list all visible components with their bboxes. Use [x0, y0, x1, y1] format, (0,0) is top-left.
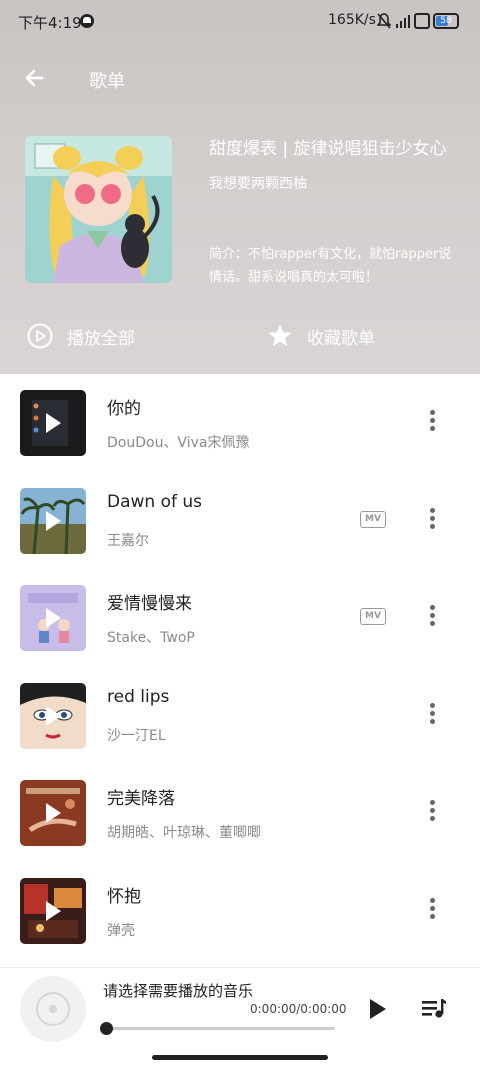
song-title: red lips	[107, 686, 170, 707]
song-artist: 胡期皓、叶琼琳、董唧唧	[107, 825, 261, 842]
song-list: 你的 DouDou、Viva宋佩豫 Dawn of us 王嘉尔 MV 爱情慢慢…	[0, 374, 480, 960]
playlist-title: 甜度爆表 | 旋律说唱狙击少女心	[209, 139, 447, 159]
arrow-left-icon[interactable]	[20, 62, 52, 94]
mv-icon[interactable]: MV	[360, 608, 386, 626]
play-all-button[interactable]: 播放全部	[27, 321, 135, 351]
more-options-icon[interactable]	[424, 507, 440, 532]
playlist-queue-icon[interactable]	[420, 996, 448, 1020]
notification-icon	[80, 14, 94, 28]
song-artist: Stake、TwoP	[107, 630, 195, 647]
mini-player: 请选择需要播放的音乐 0:00:00/0:00:00	[0, 967, 480, 1067]
song-cover[interactable]	[20, 585, 86, 652]
song-title: Dawn of us	[107, 491, 203, 512]
song-artist: DouDou、Viva宋佩豫	[107, 435, 250, 451]
more-options-icon[interactable]	[424, 410, 440, 434]
more-options-icon[interactable]	[424, 702, 440, 727]
song-artist: 沙一汀EL	[107, 727, 166, 744]
playlist-author[interactable]: 我想要两颗西柚	[209, 173, 307, 193]
song-cover[interactable]	[20, 487, 86, 554]
song-row[interactable]: 怀抱 弹壳	[0, 862, 480, 960]
song-title: 你的	[107, 399, 141, 419]
favorite-label: 收藏歌单	[307, 328, 375, 349]
play-all-label: 播放全部	[67, 328, 135, 349]
play-icon	[46, 705, 61, 726]
cover-art	[25, 136, 172, 283]
play-icon	[46, 510, 61, 531]
song-row[interactable]: Dawn of us 王嘉尔 MV	[0, 472, 480, 570]
play-icon[interactable]	[364, 996, 390, 1022]
song-cover[interactable]	[20, 780, 86, 847]
play-icon	[46, 803, 61, 824]
playlist-header: 下午4:19 165K/s 58 歌单 甜度爆表 | 旋律说唱狙击少女心 我想要…	[0, 0, 480, 374]
play-icon	[46, 608, 61, 629]
play-icon	[46, 900, 61, 921]
song-row[interactable]: 完美降落 胡期皓、叶琼琳、董唧唧	[0, 764, 480, 862]
status-time: 下午4:19	[18, 14, 82, 32]
signal-icon	[396, 15, 410, 28]
favorite-playlist-button[interactable]: 收藏歌单	[267, 321, 375, 351]
wifi-icon	[414, 13, 430, 29]
home-indicator[interactable]	[152, 1055, 328, 1060]
battery-level: 58	[440, 16, 452, 26]
play-circle-icon	[27, 323, 53, 349]
play-icon	[46, 413, 61, 433]
page-title: 歌单	[89, 71, 125, 92]
song-cover[interactable]	[20, 390, 86, 456]
song-title: 完美降落	[107, 789, 175, 810]
mute-bell-icon	[377, 13, 391, 29]
progress-knob[interactable]	[100, 1022, 113, 1035]
song-title: 怀抱	[107, 886, 141, 907]
song-artist: 王嘉尔	[107, 532, 149, 549]
song-row[interactable]: 你的 DouDou、Viva宋佩豫	[0, 374, 480, 472]
more-options-icon[interactable]	[424, 800, 440, 824]
star-icon	[268, 324, 292, 347]
song-row[interactable]: red lips 沙一汀EL	[0, 667, 480, 765]
song-artist: 弹壳	[107, 922, 135, 939]
disc-icon[interactable]	[20, 976, 86, 1042]
playback-time: 0:00:00/0:00:00	[250, 1002, 347, 1016]
battery-icon: 58	[433, 13, 459, 29]
mv-icon[interactable]: MV	[360, 510, 386, 528]
more-options-icon[interactable]	[424, 605, 440, 629]
playlist-cover[interactable]	[25, 136, 172, 283]
song-cover[interactable]	[20, 877, 86, 944]
song-row[interactable]: 爱情慢慢来 Stake、TwoP MV	[0, 569, 480, 667]
now-playing-title: 请选择需要播放的音乐	[103, 982, 254, 1000]
top-bar: 歌单	[0, 58, 480, 98]
playlist-description[interactable]: 简介：不怕rapper有文化，就怕rapper说情话。甜系说唱真的太可啦！	[209, 243, 464, 289]
song-cover[interactable]	[20, 682, 86, 749]
more-options-icon[interactable]	[424, 897, 440, 922]
song-title: 爱情慢慢来	[107, 594, 192, 615]
progress-slider[interactable]	[100, 1022, 335, 1035]
network-speed: 165K/s	[328, 12, 376, 28]
status-bar: 下午4:19 165K/s 58	[0, 0, 480, 44]
